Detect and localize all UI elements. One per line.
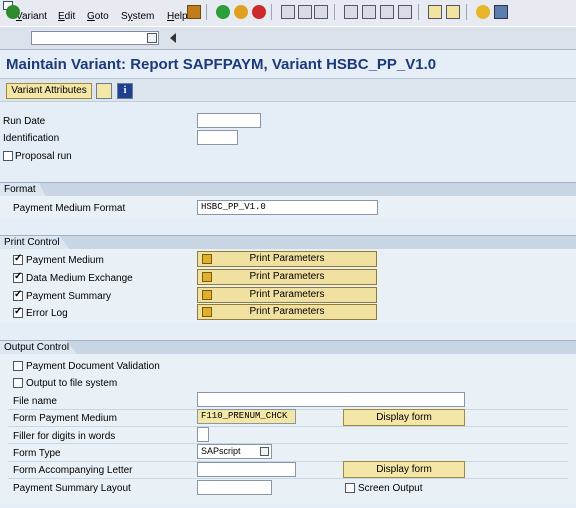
proposal-run-label: Proposal run <box>15 151 72 162</box>
display-form-button[interactable]: Display form <box>343 409 465 426</box>
print-parameters-button-3[interactable]: Print Parameters <box>197 287 377 303</box>
back-icon[interactable] <box>216 5 230 19</box>
toolbar-separator <box>206 4 207 20</box>
run-date-input[interactable] <box>197 113 261 128</box>
output-to-file-system-checkbox[interactable] <box>13 378 23 388</box>
form-payment-medium-input[interactable]: F110_PRENUM_CHCK <box>197 409 296 424</box>
first-page-icon[interactable] <box>344 5 358 19</box>
identification-label: Identification <box>3 133 60 144</box>
file-name-input[interactable] <box>197 392 465 407</box>
form-type-dropdown-icon[interactable] <box>260 447 269 456</box>
form-accompanying-letter-label: Form Accompanying Letter <box>13 465 133 476</box>
information-icon[interactable]: i <box>117 83 133 99</box>
find-next-icon[interactable] <box>314 5 328 19</box>
print-parameters-icon <box>202 307 212 317</box>
output-control-section-header <box>0 340 576 354</box>
menu-help[interactable]: Help <box>167 11 188 22</box>
menu-system[interactable]: System <box>121 11 154 22</box>
history-arrow-icon[interactable] <box>170 33 176 43</box>
find-icon[interactable] <box>298 5 312 19</box>
output-to-file-system-label: Output to file system <box>26 378 118 389</box>
menu-variant[interactable]: Variant <box>16 11 47 22</box>
run-date-label: Run Date <box>3 116 46 127</box>
format-section-title: Format <box>0 183 46 197</box>
table-layout-icon[interactable] <box>96 83 112 99</box>
payment-document-validation-label: Payment Document Validation <box>26 361 160 372</box>
identification-input[interactable] <box>197 130 238 145</box>
payment-summary-label: Payment Summary <box>26 291 112 302</box>
row-divider <box>8 426 568 427</box>
variant-attributes-button[interactable]: Variant Attributes <box>6 83 92 99</box>
enter-icon[interactable] <box>6 5 20 19</box>
data-medium-exchange-label: Data Medium Exchange <box>26 273 133 284</box>
shortcut-icon[interactable] <box>446 5 460 19</box>
last-page-icon[interactable] <box>398 5 412 19</box>
toolbar-separator <box>466 4 467 20</box>
payment-medium-format-input[interactable]: HSBC_PP_V1.0 <box>197 200 378 215</box>
print-control-section-header <box>0 235 576 249</box>
help-icon[interactable] <box>476 5 490 19</box>
print-parameters-icon <box>202 254 212 264</box>
next-page-icon[interactable] <box>380 5 394 19</box>
form-type-label: Form Type <box>13 448 61 459</box>
error-log-checkbox[interactable] <box>13 306 23 318</box>
new-session-icon[interactable] <box>428 5 442 19</box>
print-parameters-icon <box>202 290 212 300</box>
menu-edit[interactable]: Edit <box>58 11 75 22</box>
form-payment-medium-label: Form Payment Medium <box>13 413 117 424</box>
row-divider <box>8 478 568 479</box>
toolbar-separator <box>418 4 419 20</box>
previous-page-icon[interactable] <box>362 5 376 19</box>
save-icon[interactable] <box>187 5 201 19</box>
print-control-section-title: Print Control <box>0 236 70 250</box>
print-parameters-button-4[interactable]: Print Parameters <box>197 304 377 320</box>
payment-summary-layout-label: Payment Summary Layout <box>13 483 131 494</box>
file-name-label: File name <box>13 396 57 407</box>
payment-summary-checkbox[interactable] <box>13 289 23 301</box>
layout-menu-icon[interactable] <box>494 5 508 19</box>
payment-medium-format-label: Payment Medium Format <box>13 203 126 214</box>
print-parameters-button-2[interactable]: Print Parameters <box>197 269 377 285</box>
display-form-button-2[interactable]: Display form <box>343 461 465 478</box>
payment-summary-layout-input[interactable] <box>197 480 272 495</box>
output-control-group <box>0 354 576 504</box>
command-field-dropdown-icon[interactable] <box>147 33 157 43</box>
toolbar-separator <box>334 4 335 20</box>
toolbar-separator <box>271 4 272 20</box>
menu-goto[interactable]: Goto <box>87 11 109 22</box>
print-icon[interactable] <box>281 5 295 19</box>
page-title: Maintain Variant: Report SAPFPAYM, Varia… <box>6 56 437 73</box>
filler-digits-label: Filler for digits in words <box>13 431 116 442</box>
screen-output-checkbox[interactable] <box>345 483 355 493</box>
format-section-header <box>0 182 576 196</box>
proposal-run-checkbox[interactable] <box>3 151 13 161</box>
error-log-label: Error Log <box>26 308 68 319</box>
exit-icon[interactable] <box>234 5 248 19</box>
payment-medium-checkbox[interactable] <box>13 253 23 265</box>
print-parameters-button-1[interactable]: Print Parameters <box>197 251 377 267</box>
payment-document-validation-checkbox[interactable] <box>13 361 23 371</box>
payment-medium-label: Payment Medium <box>26 255 104 266</box>
output-control-section-title: Output Control <box>0 341 78 355</box>
data-medium-exchange-checkbox[interactable] <box>13 271 23 283</box>
screen-output-label: Screen Output <box>358 483 423 494</box>
filler-digits-input[interactable] <box>197 427 209 442</box>
form-accompanying-letter-input[interactable] <box>197 462 296 477</box>
row-divider <box>8 443 568 444</box>
print-parameters-icon <box>202 272 212 282</box>
cancel-icon[interactable] <box>252 5 266 19</box>
command-field[interactable] <box>31 31 159 45</box>
